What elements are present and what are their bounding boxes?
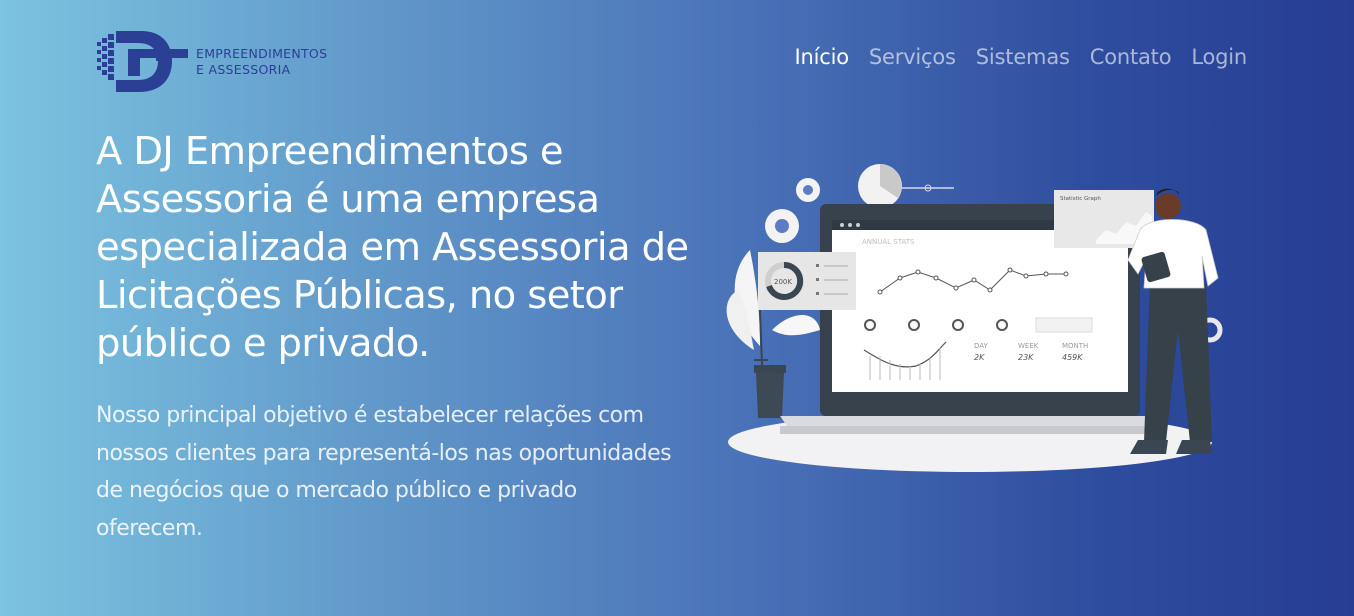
nav-servicos[interactable]: Serviços xyxy=(869,45,956,69)
dashboard-title: ANNUAL STATS xyxy=(862,238,915,246)
main-nav: Início Serviços Sistemas Contato Login xyxy=(795,45,1248,69)
dj-logo-icon xyxy=(97,31,188,92)
nav-login[interactable]: Login xyxy=(1191,45,1247,69)
analytics-illustration: ANNUAL STATS DAY WEEK MONTH 2K 23K 459K … xyxy=(726,164,1223,472)
stat-week-value: 23K xyxy=(1018,353,1034,362)
stat-month-label: MONTH xyxy=(1062,342,1088,350)
gear-icon xyxy=(765,178,820,243)
hero-illustration: ANNUAL STATS DAY WEEK MONTH 2K 23K 459K … xyxy=(720,160,1230,485)
brand-logo[interactable]: EMPREENDIMENTOS E ASSESSORIA xyxy=(96,28,327,96)
hero-description: Nosso principal objetivo é estabelecer r… xyxy=(96,403,672,541)
hero-title: A DJ Empreendimentos e Assessoria é uma … xyxy=(96,129,689,366)
brand-line-1: EMPREENDIMENTOS xyxy=(196,46,328,61)
donut-label: 200K xyxy=(774,278,792,286)
brand-line-2: E ASSESSORIA xyxy=(196,62,291,77)
stat-month-value: 459K xyxy=(1062,353,1083,362)
panel-title: Statistic Graph xyxy=(1060,196,1101,202)
nav-contato[interactable]: Contato xyxy=(1090,45,1172,69)
person-icon xyxy=(1127,188,1219,454)
donut-chart-card: 200K xyxy=(758,252,856,310)
nav-sistemas[interactable]: Sistemas xyxy=(976,45,1070,69)
stat-week-label: WEEK xyxy=(1018,342,1039,350)
stat-day-value: 2K xyxy=(974,353,985,362)
stat-day-label: DAY xyxy=(974,342,989,350)
nav-inicio[interactable]: Início xyxy=(795,45,850,69)
pie-chart-icon xyxy=(858,164,954,208)
